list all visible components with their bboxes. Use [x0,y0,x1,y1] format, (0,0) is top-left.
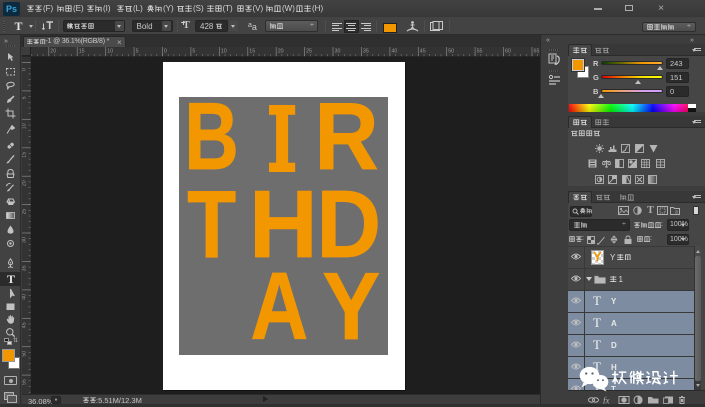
svg-text:35: 35 [363,48,369,54]
svg-text:5: 5 [22,96,28,99]
svg-text:10: 10 [221,48,227,54]
svg-text:35: 35 [22,265,28,271]
svg-text:5: 5 [192,48,195,54]
svg-text:a: a [675,210,678,216]
svg-text:20: 20 [22,180,28,186]
svg-text:0: 0 [164,48,167,54]
svg-text:0: 0 [22,67,28,70]
svg-text:10: 10 [22,123,28,129]
svg-text:20: 20 [50,48,56,54]
svg-text:55: 55 [22,379,28,385]
svg-text:15: 15 [22,151,28,157]
svg-text:15: 15 [249,48,255,54]
svg-text:30: 30 [22,237,28,243]
svg-text:40: 40 [22,293,28,299]
svg-text:45: 45 [420,48,426,54]
svg-text:45: 45 [22,322,28,328]
svg-text:40: 40 [391,48,397,54]
svg-text:50: 50 [22,350,28,356]
svg-text:15: 15 [79,48,85,54]
svg-text:65: 65 [534,48,540,54]
svg-text:55: 55 [477,48,483,54]
svg-text:60: 60 [505,48,511,54]
svg-text:10: 10 [107,48,113,54]
svg-text:5: 5 [136,48,139,54]
svg-text:30: 30 [335,48,341,54]
svg-text:25: 25 [306,48,312,54]
svg-text:20: 20 [278,48,284,54]
svg-text:50: 50 [448,48,454,54]
svg-text:25: 25 [22,208,28,214]
